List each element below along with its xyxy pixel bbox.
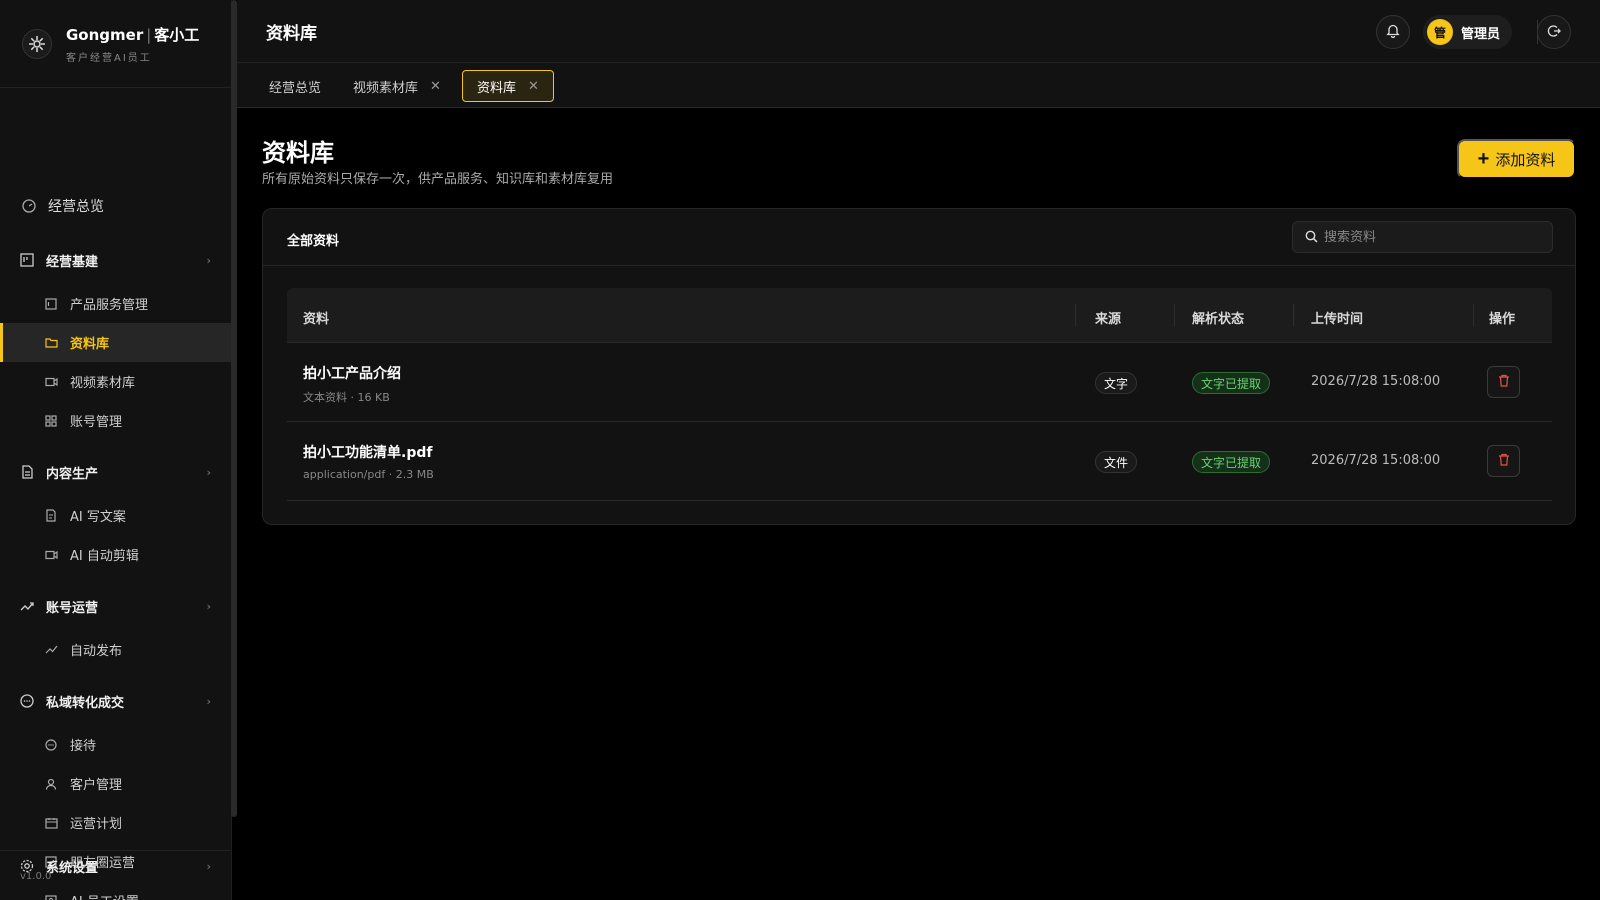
video-icon <box>44 375 58 389</box>
column-header-material: 资料 <box>303 312 330 327</box>
brand-name: Gongmer | 客小工 <box>66 25 200 44</box>
avatar: 管 <box>1427 19 1453 45</box>
delete-button[interactable] <box>1487 445 1520 477</box>
chevron-right-icon: › <box>206 253 211 267</box>
source-badge: 文字 <box>1095 372 1138 394</box>
search-icon <box>1305 228 1318 247</box>
sidebar-item-product-service[interactable]: 产品服务管理 <box>0 284 231 323</box>
chevron-right-icon: › <box>206 859 211 873</box>
column-divider <box>1174 304 1175 326</box>
grid-icon <box>44 414 58 428</box>
user-icon <box>44 777 58 791</box>
sidebar-item-ops-plan[interactable]: 运营计划 <box>0 803 231 842</box>
user-name: 管理员 <box>1461 26 1501 42</box>
sidebar-item-overview[interactable]: 经营总览 <box>0 186 231 226</box>
robot-icon <box>44 894 58 900</box>
sidebar-item-ai-auto-edit[interactable]: AI 自动剪辑 <box>0 535 231 574</box>
document-icon <box>20 465 34 479</box>
upload-time: 2026/7/28 15:08:00 <box>1311 374 1441 389</box>
dashboard-icon <box>22 199 36 213</box>
sidebar-item-auto-publish[interactable]: 自动发布 <box>0 630 231 669</box>
chat-icon <box>20 694 34 708</box>
sidebar-item-account-manage[interactable]: 账号管理 <box>0 401 231 440</box>
tab-video-library[interactable]: 视频素材库 ✕ <box>339 70 455 102</box>
logout-button[interactable] <box>1537 15 1571 49</box>
page-tabs: 经营总览 视频素材库 ✕ 资料库 ✕ <box>237 63 1600 108</box>
add-material-button[interactable]: + 添加资料 <box>1457 139 1576 179</box>
sidebar-item-customer-manage[interactable]: 客户管理 <box>0 764 231 803</box>
trash-icon <box>1498 374 1510 390</box>
column-header-upload-time: 上传时间 <box>1311 312 1364 327</box>
bell-icon <box>1386 23 1400 42</box>
trash-icon <box>1498 453 1510 469</box>
sidebar-item-video-library[interactable]: 视频素材库 <box>0 362 231 401</box>
sidebar-item-ai-copywriting[interactable]: AI 写文案 <box>0 496 231 535</box>
materials-table: 资料 来源 解析状态 上传时间 操作 拍小工产品介绍 文本资料 · 16 KB … <box>287 288 1552 501</box>
chevron-right-icon: › <box>206 465 211 479</box>
page-subtitle: 所有原始资料只保存一次，供产品服务、知识库和素材库复用 <box>262 172 614 187</box>
delete-button[interactable] <box>1487 366 1520 398</box>
folder-icon <box>44 336 58 350</box>
material-meta: 文本资料 · 16 KB <box>303 391 390 404</box>
sidebar-scrollbar[interactable] <box>231 0 237 817</box>
column-divider <box>1075 304 1076 326</box>
page-title: 资料库 <box>262 139 334 167</box>
header-title: 资料库 <box>266 24 317 44</box>
search-input[interactable] <box>1324 229 1524 245</box>
column-header-actions: 操作 <box>1489 312 1516 327</box>
status-badge: 文字已提取 <box>1192 372 1271 394</box>
product-icon <box>44 297 58 311</box>
logout-icon <box>1547 23 1561 42</box>
sidebar-group-private-domain[interactable]: 私域转化成交 › <box>0 681 231 721</box>
sidebar: Gongmer | 客小工 客户经营AI员工 经营总览 经营基建 › 产品服务管理 … <box>0 0 232 900</box>
sidebar-group-content[interactable]: 内容生产 › <box>0 452 231 492</box>
chevron-right-icon: › <box>206 694 211 708</box>
chat-icon <box>44 738 58 752</box>
calendar-icon <box>44 816 58 830</box>
brand: Gongmer | 客小工 客户经营AI员工 <box>0 0 231 88</box>
sidebar-item-reception[interactable]: 接待 <box>0 725 231 764</box>
table-row[interactable]: 拍小工产品介绍 文本资料 · 16 KB 文字 文字已提取 2026/7/28 … <box>287 343 1552 422</box>
column-header-source: 来源 <box>1095 312 1122 327</box>
pen-doc-icon <box>44 509 58 523</box>
status-badge: 文字已提取 <box>1192 451 1271 473</box>
table-row[interactable]: 拍小工功能清单.pdf application/pdf · 2.3 MB 文件 … <box>287 422 1552 501</box>
logo-icon <box>22 28 52 59</box>
materials-card: 全部资料 资料 来源 解析状态 上传时间 操作 拍小工产品介绍 文本资料 · 1… <box>262 208 1576 525</box>
card-title: 全部资料 <box>287 234 340 249</box>
brand-subtitle: 客户经营AI员工 <box>66 52 152 64</box>
video-icon <box>44 548 58 562</box>
sidebar-item-library[interactable]: 资料库 <box>0 323 231 362</box>
material-name[interactable]: 拍小工功能清单.pdf <box>303 442 432 462</box>
column-divider <box>1473 304 1474 326</box>
tab-overview[interactable]: 经营总览 <box>255 70 335 102</box>
trend-icon <box>20 599 34 613</box>
user-menu[interactable]: 管 管理员 <box>1423 15 1512 49</box>
upload-time: 2026/7/28 15:08:00 <box>1311 453 1441 468</box>
source-badge: 文件 <box>1095 451 1138 473</box>
close-icon[interactable]: ✕ <box>430 79 441 94</box>
search-box[interactable] <box>1292 221 1553 253</box>
plus-icon: + <box>1477 147 1490 170</box>
column-divider <box>1293 304 1294 326</box>
sidebar-group-account-ops[interactable]: 账号运营 › <box>0 586 231 626</box>
material-name[interactable]: 拍小工产品介绍 <box>303 363 401 383</box>
board-icon <box>20 253 34 267</box>
version-label: v1.0.0 <box>20 871 52 882</box>
material-meta: application/pdf · 2.3 MB <box>303 468 434 481</box>
sidebar-group-infrastructure[interactable]: 经营基建 › <box>0 240 231 280</box>
close-icon[interactable]: ✕ <box>528 79 539 94</box>
table-header: 资料 来源 解析状态 上传时间 操作 <box>287 288 1552 343</box>
chevron-right-icon: › <box>206 599 211 613</box>
column-header-status: 解析状态 <box>1192 312 1245 327</box>
tab-library[interactable]: 资料库 ✕ <box>462 70 554 102</box>
trend-icon <box>44 643 58 657</box>
card-header: 全部资料 <box>263 209 1575 266</box>
notification-button[interactable] <box>1376 15 1410 49</box>
